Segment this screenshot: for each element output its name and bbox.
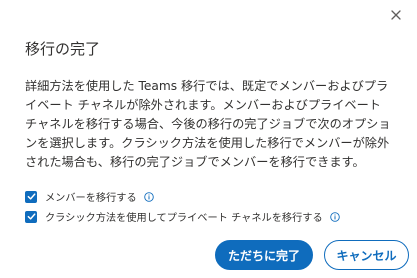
checkmark-icon — [27, 193, 35, 200]
migrate-members-label: メンバーを移行する — [45, 193, 137, 204]
option-migrate-members[interactable]: メンバーを移行する — [25, 189, 154, 204]
complete-now-button[interactable]: ただちに完了 — [215, 240, 313, 270]
dialog-description: 詳細方法を使用した Teams 移行では、既定でメンバーおよびプライベート チャ… — [25, 79, 391, 169]
dialog-title: 移行の完了 — [25, 40, 101, 58]
cancel-button[interactable]: キャンセル — [324, 240, 409, 270]
option-migrate-private-channels[interactable]: クラシック方法を使用してプライベート チャネルを移行する — [25, 209, 340, 224]
close-icon — [391, 10, 401, 20]
migrate-private-channels-checkbox[interactable] — [25, 210, 37, 223]
checkmark-icon — [27, 213, 35, 220]
complete-migration-dialog: 移行の完了 詳細方法を使用した Teams 移行では、既定でメンバーおよびプライ… — [0, 0, 417, 278]
close-button[interactable] — [387, 6, 405, 24]
migrate-members-checkbox[interactable] — [25, 190, 37, 203]
info-icon[interactable] — [143, 191, 154, 202]
info-icon[interactable] — [329, 211, 340, 222]
migrate-private-channels-label: クラシック方法を使用してプライベート チャネルを移行する — [45, 213, 323, 224]
